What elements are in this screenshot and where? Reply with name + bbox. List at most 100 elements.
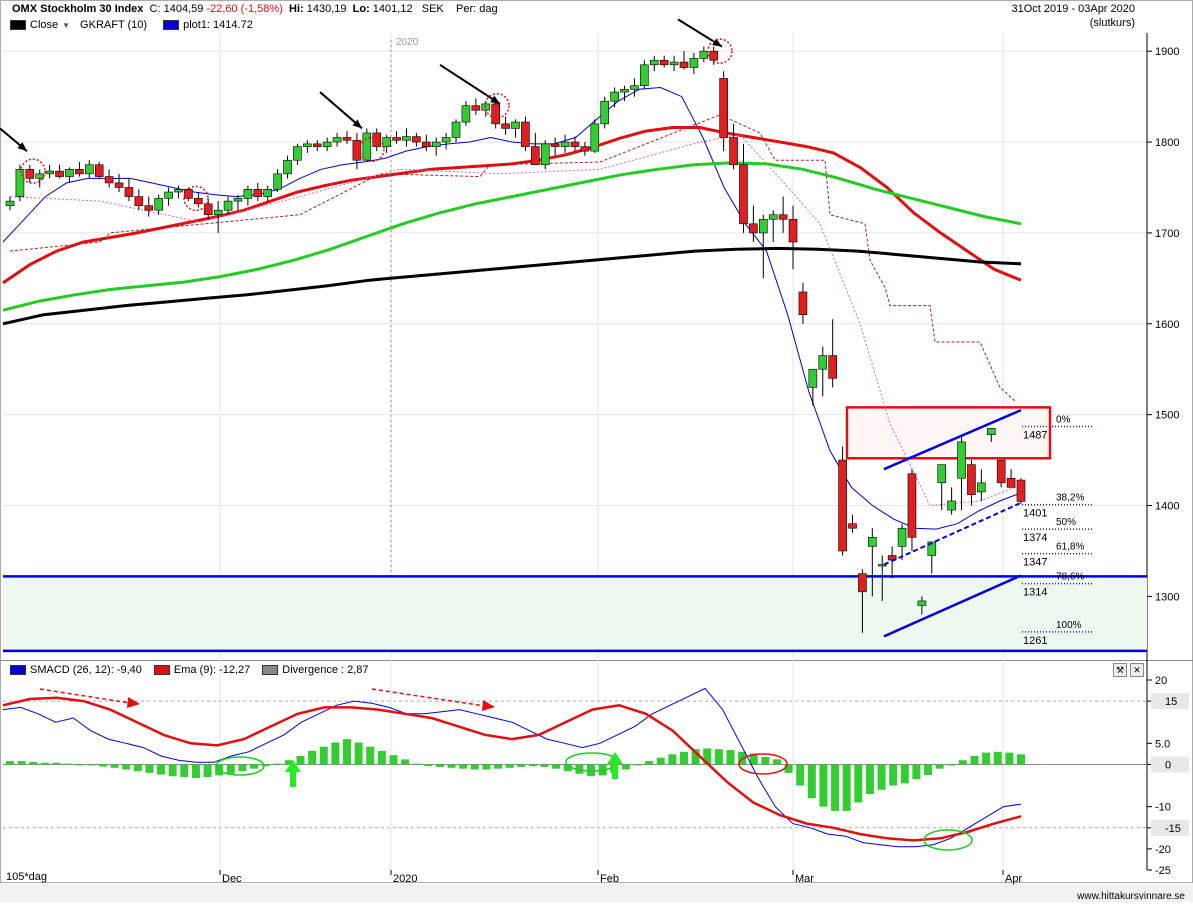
divergence-swatch (262, 665, 279, 675)
candle-body (203, 203, 213, 216)
candle-body (114, 182, 124, 188)
smacd-swatch (10, 665, 26, 675)
divergence-bar (819, 764, 828, 807)
close-icon[interactable]: ✕ (1130, 663, 1144, 677)
currency: SEK (421, 3, 444, 15)
candle-body (540, 143, 550, 166)
candle-body (402, 136, 411, 141)
candle-body (471, 105, 481, 111)
candle-body (412, 136, 421, 143)
fib-percent-label: 50% (1056, 517, 1076, 528)
candle-body (977, 482, 986, 493)
candle-body (689, 58, 699, 68)
divergence-bar (389, 755, 398, 765)
candle-body (917, 600, 927, 606)
divergence-bar (64, 763, 73, 765)
divergence-bar (459, 764, 468, 769)
candle-body (550, 143, 560, 147)
candle-body (659, 59, 669, 66)
annotation-arrow (439, 63, 501, 105)
divergence-bar (726, 750, 735, 765)
candle-body (94, 164, 104, 177)
candle-body (174, 188, 183, 193)
low-label: Lo: (352, 3, 370, 15)
ind-tick-label: -15 (1165, 823, 1181, 835)
divergence-bar (98, 764, 107, 767)
price-tick-label: 1800 (1155, 137, 1179, 149)
divergence-bar (993, 751, 1002, 765)
chevron-down-icon[interactable]: ▼ (62, 21, 70, 30)
candle-body (283, 159, 292, 175)
candle-body (560, 141, 570, 147)
ind-tick-label: 15 (1165, 696, 1177, 708)
divergence-bar (772, 759, 781, 765)
divergence-bar (621, 764, 630, 770)
divergence-bar (435, 764, 444, 767)
divergence-bar (122, 764, 131, 770)
fib-percent-label: 0% (1056, 414, 1071, 425)
candle-body (382, 137, 391, 147)
candle-body (441, 137, 451, 143)
divergence-bar (17, 761, 26, 765)
divergence-bar (633, 764, 642, 766)
divergence-bar (796, 764, 805, 786)
divergence-bar (447, 764, 456, 768)
divergence-bar (680, 751, 688, 765)
divergence-bar (528, 764, 537, 767)
divergence-bar (412, 763, 421, 765)
divergence-bar (935, 764, 944, 769)
divergence-bar (226, 764, 235, 774)
candle-body (957, 441, 966, 479)
footer-bar (0, 884, 1193, 902)
candle-body (184, 188, 193, 199)
candle-body (967, 464, 976, 495)
ma-line-0 (2, 86, 1022, 530)
candle-body (322, 141, 332, 147)
high-value: 1430,19 (306, 3, 347, 15)
candle-body (392, 137, 401, 141)
candle-body (243, 188, 253, 199)
candle-body (897, 527, 907, 547)
candle-body (25, 169, 35, 179)
candle-body (907, 473, 917, 538)
fib-value-label: 1374 (1023, 532, 1047, 544)
header-row: OMX Stockholm 30 Index C: 1404,59 -22,60… (12, 3, 498, 15)
change-value: -22,60 (-1,58%) (206, 3, 283, 15)
divergence-bar (343, 739, 351, 765)
divergence-bar (377, 750, 386, 765)
legend-ema: Ema (9): -12,27 (173, 664, 251, 676)
divergence-bar (912, 764, 921, 780)
candle-body (531, 146, 540, 166)
price-tick-label: 1900 (1155, 46, 1179, 58)
ind-tick-label: 20 (1155, 675, 1167, 687)
candle-body (223, 200, 233, 211)
candle-body (798, 291, 808, 315)
divergence-bar (656, 757, 665, 765)
candle-body (630, 85, 639, 90)
x-tick-label: Mar (795, 873, 814, 885)
candle-body (570, 141, 580, 147)
ema-swatch (153, 665, 170, 675)
price-chart-svg: 1300 1400 1500 1600 1700 1800 1900 Dec 2020 Feb Ma… (0, 0, 1193, 902)
candle-body (501, 123, 510, 129)
divergence-bar (1005, 752, 1014, 765)
divergence-bar (865, 764, 874, 794)
candle-body (273, 173, 282, 190)
candle-body (55, 170, 64, 177)
divergence-bar (331, 742, 340, 765)
settings-icon[interactable]: ⚒ (1113, 663, 1127, 677)
close-swatch (10, 20, 26, 30)
trailing-stop-line (9, 114, 1016, 402)
fib-percent-label: 61,8% (1056, 542, 1084, 553)
candle-body (937, 464, 947, 484)
candle-body (451, 121, 461, 138)
divergence-bar (273, 763, 282, 765)
price-legend: Close ▼ GKRAFT (10) plot1: 1414.72 (10, 19, 253, 31)
divergence-bar (854, 764, 863, 803)
annotation-arrowhead (127, 697, 140, 708)
low-value: 1401,12 (372, 3, 413, 15)
candle-body (194, 198, 203, 205)
candle-body (521, 121, 530, 147)
divergence-bar (261, 764, 270, 767)
high-label: Hi: (289, 3, 304, 15)
